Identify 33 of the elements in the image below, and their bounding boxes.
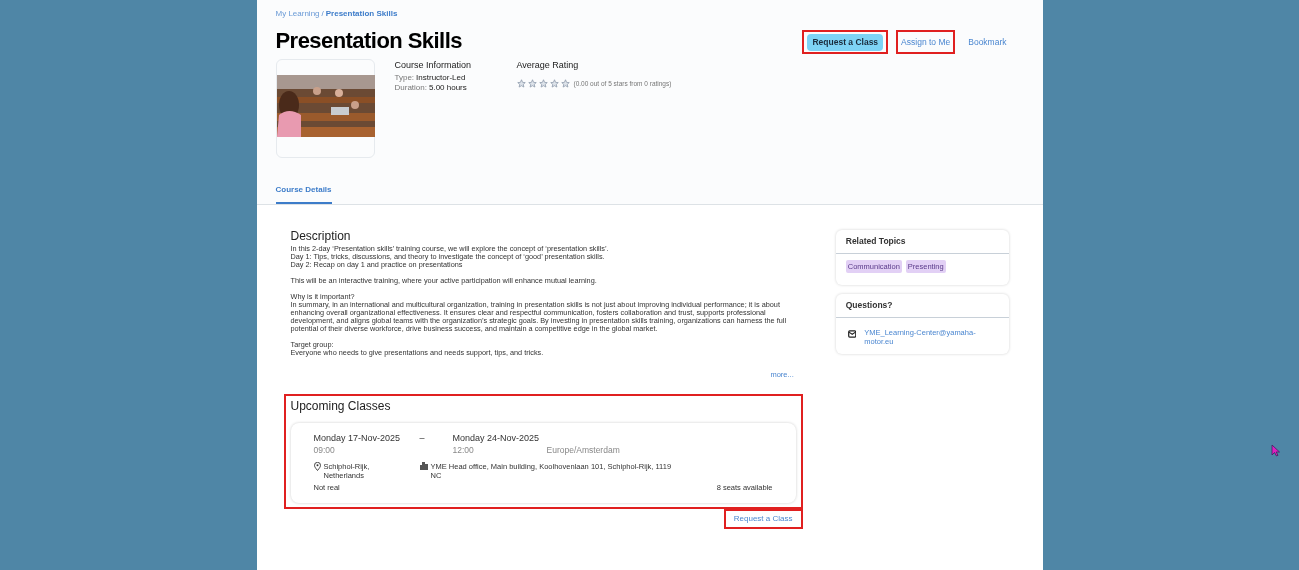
breadcrumb-link[interactable]: My Learning xyxy=(275,8,320,20)
action-link[interactable]: Bookmark xyxy=(968,33,1007,51)
section-heading: Course Information xyxy=(394,59,473,72)
field-value: 5.00 hours xyxy=(428,82,467,93)
star-icon xyxy=(516,78,526,88)
page-title: Presentation Skills xyxy=(275,29,462,53)
breadcrumb-separator: / xyxy=(320,8,325,20)
section-heading: Average Rating xyxy=(516,59,580,72)
class-timezone: Europe/Amsterdam xyxy=(546,444,620,457)
class-start-time: 09:00 xyxy=(313,444,336,457)
star-icon xyxy=(538,78,548,88)
action-link[interactable]: Assign to Me xyxy=(901,33,951,51)
mail-icon xyxy=(847,329,857,338)
card-title: Questions? xyxy=(844,299,894,312)
request-class-link[interactable]: Request a Class xyxy=(725,510,801,527)
class-start-date: Monday 17-Nov-2025 xyxy=(313,433,402,445)
location-pin-icon xyxy=(313,462,321,472)
request-class-button[interactable]: Request a Class xyxy=(807,33,884,51)
cursor-icon xyxy=(1271,444,1281,457)
building-icon xyxy=(419,462,428,471)
field-label: Duration: xyxy=(394,82,427,93)
field-label: Type: xyxy=(394,72,415,83)
field-value: Instructor-Led xyxy=(416,72,466,83)
class-end-date: Monday 24-Nov-2025 xyxy=(452,433,540,445)
star-icon xyxy=(527,78,537,88)
class-end-time: 12:00 xyxy=(452,444,475,457)
section-heading: Description xyxy=(290,229,352,243)
star-icon xyxy=(549,78,559,88)
section-heading: Upcoming Classes xyxy=(290,398,392,415)
card-title: Related Topics xyxy=(844,235,907,248)
star-icon xyxy=(560,78,570,88)
date-separator: – xyxy=(419,433,426,445)
breadcrumb-link[interactable]: Presentation Skills xyxy=(325,8,398,20)
